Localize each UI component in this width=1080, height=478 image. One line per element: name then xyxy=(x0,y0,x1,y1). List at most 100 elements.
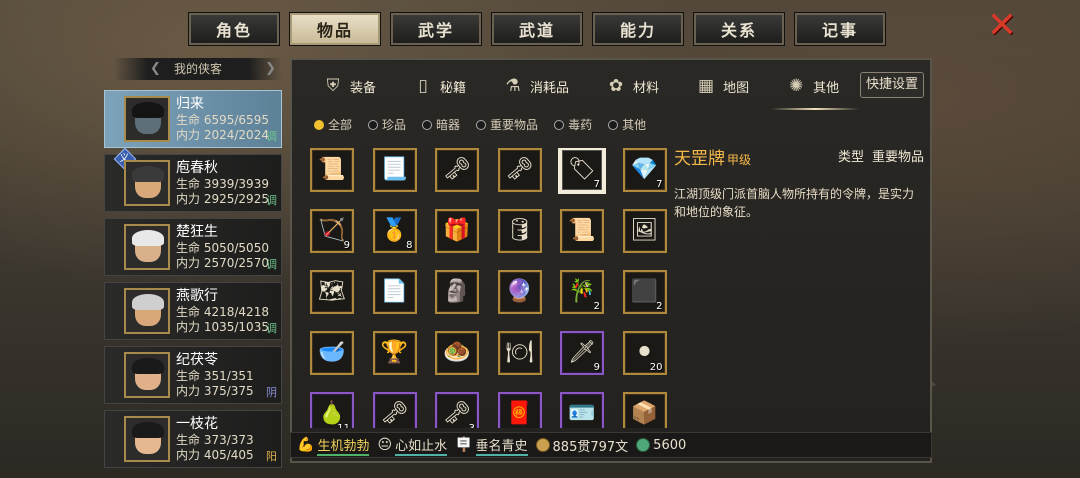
filter-option[interactable]: 全部 xyxy=(314,116,352,133)
mp-value: 375/375 xyxy=(203,383,254,398)
tab-1[interactable]: 物品 xyxy=(289,12,381,46)
item-slot[interactable]: 🍐11 xyxy=(310,392,354,428)
status-bar: 💪 生机勃勃 😐 心如止水 🪧 垂名青史 885贯797文 5600 xyxy=(290,432,932,458)
item-slot[interactable]: 🎋 2 xyxy=(560,270,604,314)
item-slot[interactable]: 🧆 xyxy=(435,331,479,375)
fame-text: 垂名青史 xyxy=(475,435,528,456)
item-slot[interactable]: 🥣 xyxy=(310,331,354,375)
item-slot[interactable]: 🗿 xyxy=(435,270,479,314)
item-slot[interactable]: 🗝 xyxy=(497,148,542,192)
item-slot[interactable]: 📄 xyxy=(372,270,417,314)
tab-5[interactable]: 关系 xyxy=(693,12,785,46)
item-slot[interactable]: 🧧 xyxy=(497,392,542,428)
item-slot[interactable]: 🪪 xyxy=(560,392,604,428)
hero-card[interactable]: 纪茯苓 生命 351/351 内力 375/375 阴 xyxy=(104,346,282,404)
item-category-tabs: ⛨ 装备 ▯ 秘籍 ⚗ 消耗品 ✿ 材料 ▦ 地图 ✺ 其他 xyxy=(322,68,927,110)
hero-card[interactable]: 楚狂生 生命 5050/5050 内力 2570/2570 调 xyxy=(104,218,282,276)
fame-status[interactable]: 🪧 垂名青史 xyxy=(455,435,528,456)
iron-balls-icon: ⚫ xyxy=(635,340,654,365)
mp-label: 内力 xyxy=(176,191,201,206)
subtab-label: 材料 xyxy=(633,80,660,96)
scroll-open-icon: 📜 xyxy=(568,218,596,243)
tab-0[interactable]: 角色 xyxy=(188,12,280,46)
item-slot[interactable]: 🎁 xyxy=(435,209,479,253)
subtab-0[interactable]: ⛨ 装备 xyxy=(322,68,376,104)
subtab-2[interactable]: ⚗ 消耗品 xyxy=(502,68,569,104)
filter-option[interactable]: 毒药 xyxy=(554,116,592,133)
item-slot[interactable]: 🖼 xyxy=(622,209,667,253)
quick-settings-button[interactable]: 快捷设置 xyxy=(860,72,924,98)
tab-2[interactable]: 武学 xyxy=(390,12,482,46)
item-slot[interactable]: 🏷 7 xyxy=(560,148,604,192)
subtab-5[interactable]: ✺ 其他 xyxy=(771,68,860,110)
filter-option[interactable]: 暗器 xyxy=(422,116,460,133)
mood-status[interactable]: 😐 心如止水 xyxy=(377,435,448,456)
hero-card[interactable]: 义 庖春秋 生命 3939/3939 内力 2925/2925 调 xyxy=(104,147,282,212)
close-button[interactable]: ✕ xyxy=(984,8,1020,44)
roster-title: 我的侠客 xyxy=(173,62,222,76)
item-slot[interactable]: ⚫ 20 xyxy=(622,331,667,375)
item-slot[interactable]: 🗺 xyxy=(310,270,354,314)
item-slot[interactable]: 🗝 xyxy=(372,392,417,428)
item-count: 11 xyxy=(337,423,350,428)
hero-hp: 生命 373/373 xyxy=(176,433,254,448)
chevron-left-icon[interactable]: ❮ xyxy=(150,58,161,80)
hp-value: 351/351 xyxy=(203,368,254,383)
item-slot[interactable]: ⬛ 2 xyxy=(622,270,667,314)
item-slot[interactable]: 🏆 xyxy=(372,331,417,375)
item-slot[interactable]: 🛢 xyxy=(497,209,542,253)
hp-value: 373/373 xyxy=(203,432,254,447)
jade-statue-icon: 🗿 xyxy=(443,279,471,304)
radio-icon xyxy=(476,119,487,130)
item-slot[interactable]: 📦 xyxy=(622,392,667,428)
item-slot[interactable]: 🗝 xyxy=(435,148,479,192)
avatar xyxy=(124,352,170,398)
item-slot[interactable]: 📃 xyxy=(372,148,417,192)
hero-tag: 阳 xyxy=(266,450,277,463)
subtab-1[interactable]: ▯ 秘籍 xyxy=(412,68,466,104)
filter-label: 全部 xyxy=(328,118,353,132)
hero-card[interactable]: 燕歌行 生命 4218/4218 内力 1035/1035 调 xyxy=(104,282,282,340)
filter-label: 重要物品 xyxy=(490,118,539,132)
hero-card[interactable]: 一枝花 生命 373/373 内力 405/405 阳 xyxy=(104,410,282,468)
tab-6[interactable]: 记事 xyxy=(794,12,886,46)
hp-value: 6595/6595 xyxy=(203,112,269,127)
hero-name: 纪茯苓 xyxy=(176,351,218,368)
chevron-right-icon[interactable]: ❯ xyxy=(265,58,276,80)
vitality-status[interactable]: 💪 生机勃勃 xyxy=(297,435,370,456)
hero-tag: 阴 xyxy=(266,386,277,399)
filter-option[interactable]: 珍品 xyxy=(368,116,406,133)
top-tab-bar: 角色 物品 武学 武道 能力 关系 记事 xyxy=(188,12,886,46)
item-slot[interactable]: 💎 7 xyxy=(622,148,667,192)
subtab-label: 消耗品 xyxy=(530,80,570,96)
item-slot[interactable]: 🗝3 xyxy=(435,392,479,428)
item-slot[interactable]: 🔮 xyxy=(497,270,542,314)
item-slot[interactable]: 🍽 xyxy=(497,331,542,375)
item-slot[interactable]: 🥇 8 xyxy=(372,209,417,253)
subtab-3[interactable]: ✿ 材料 xyxy=(605,68,659,104)
mp-label: 内力 xyxy=(176,447,201,462)
item-slot[interactable]: 📜 xyxy=(560,209,604,253)
subtab-4[interactable]: ▦ 地图 xyxy=(695,68,749,104)
hero-name: 庖春秋 xyxy=(176,159,218,176)
tab-3[interactable]: 武道 xyxy=(491,12,583,46)
money-text: 885贯797文 xyxy=(552,439,629,455)
item-slot[interactable]: 🗡 9 xyxy=(560,331,604,375)
jade-icon xyxy=(636,438,651,452)
hp-label: 生命 xyxy=(176,176,201,191)
gold-cup-icon: 🏆 xyxy=(380,340,409,365)
hero-card[interactable]: 归来 生命 6595/6595 内力 2024/2024 调 xyxy=(104,90,282,148)
mp-label: 内力 xyxy=(176,319,201,334)
hp-label: 生命 xyxy=(176,112,201,127)
filter-option[interactable]: 其他 xyxy=(608,116,646,133)
item-slot[interactable]: 🏹 9 xyxy=(310,209,354,253)
item-slot[interactable]: 📜 xyxy=(310,148,354,192)
arrows-bundle-icon: 🏹 xyxy=(318,218,346,243)
box-icon: 📦 xyxy=(630,401,659,426)
hero-roster: 归来 生命 6595/6595 内力 2024/2024 调 义 庖春秋 生命 … xyxy=(104,90,282,474)
face-icon: 😐 xyxy=(377,437,393,453)
filter-option[interactable]: 重要物品 xyxy=(476,116,538,133)
blue-key-icon: 🗝 xyxy=(380,401,409,426)
potion-icon: ⚗ xyxy=(505,76,521,96)
tab-4[interactable]: 能力 xyxy=(592,12,684,46)
